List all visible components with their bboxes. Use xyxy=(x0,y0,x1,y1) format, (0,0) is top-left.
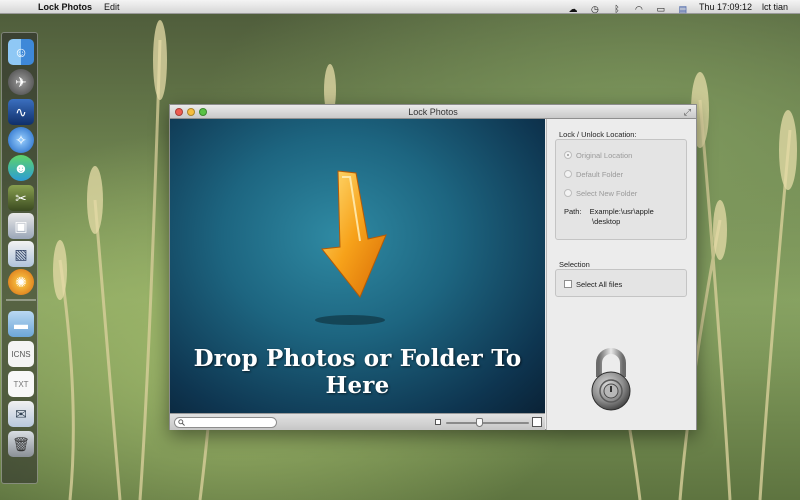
lock-photos-window: Lock Photos ⤢ Drop Photos or Folder To H… xyxy=(169,104,697,430)
activity-monitor-icon[interactable]: ∿ xyxy=(8,99,34,125)
folder-icon[interactable]: ▬ xyxy=(8,311,34,337)
bluetooth-icon[interactable]: ᛒ xyxy=(611,2,623,14)
flag-icon[interactable]: ▤ xyxy=(677,2,689,14)
finder-icon[interactable]: ☺ xyxy=(8,39,34,65)
wifi-icon[interactable]: ◠ xyxy=(633,2,645,14)
radio-default-folder[interactable] xyxy=(564,170,572,178)
search-field[interactable] xyxy=(174,417,277,428)
minimize-button[interactable] xyxy=(187,108,195,116)
zoom-out-icon[interactable] xyxy=(435,419,441,425)
close-button[interactable] xyxy=(175,108,183,116)
photo-lock-icon[interactable]: ▣ xyxy=(8,213,34,239)
arrow-shadow xyxy=(315,315,385,325)
menu-app-name[interactable]: Lock Photos xyxy=(38,0,92,14)
pliers-icon[interactable]: ✂ xyxy=(8,185,34,211)
mail-icon[interactable]: ✉ xyxy=(8,401,34,427)
menu-clock[interactable]: Thu 17:09:12 xyxy=(699,0,752,14)
path-label: Path: xyxy=(564,207,582,216)
radio-select-new-folder[interactable] xyxy=(564,189,572,197)
zoom-in-icon[interactable] xyxy=(532,417,542,427)
menu-bar: Lock Photos Edit ☁ ◷ ᛒ ◠ ▭ ▤ Thu 17:09:1… xyxy=(0,0,800,14)
status-area: ☁ ◷ ᛒ ◠ ▭ ▤ Thu 17:09:12 lct tian xyxy=(557,0,788,15)
menu-edit[interactable]: Edit xyxy=(104,0,120,14)
cloud-icon[interactable]: ☁ xyxy=(567,2,579,14)
zoom-slider[interactable] xyxy=(446,422,529,424)
zoom-slider-knob[interactable] xyxy=(476,418,483,427)
option-label: Select New Folder xyxy=(576,188,638,198)
options-panel: Lock / Unlock Location: Original Locatio… xyxy=(546,119,696,430)
preview-icon[interactable]: ▧ xyxy=(8,241,34,267)
location-heading: Lock / Unlock Location: xyxy=(559,130,637,139)
photo-drop-zone[interactable]: Drop Photos or Folder To Here xyxy=(170,119,545,413)
location-group: Original Location Default Folder Select … xyxy=(555,139,687,240)
bottom-toolbar xyxy=(170,413,545,430)
option-label: Original Location xyxy=(576,150,633,160)
select-all-checkbox[interactable] xyxy=(564,280,572,288)
dock: ☺ ✈ ∿ ✧ ☻ ✂ ▣ ▧ ✺ ▬ ICNS TXT ✉ 🗑 xyxy=(1,32,38,484)
drop-instruction: Drop Photos or Folder To Here xyxy=(193,345,522,399)
path-info: Path: Example:\usr\apple \desktop xyxy=(564,207,654,227)
safari-icon[interactable]: ✧ xyxy=(8,127,34,153)
dock-separator xyxy=(6,299,36,301)
selection-heading: Selection xyxy=(559,260,590,269)
zoom-button[interactable] xyxy=(199,108,207,116)
messenger-icon[interactable]: ☻ xyxy=(8,155,34,181)
option-default-folder[interactable]: Default Folder xyxy=(564,169,623,179)
radio-original-location[interactable] xyxy=(564,151,572,159)
selection-group: Select All files xyxy=(555,269,687,297)
search-icon xyxy=(178,419,185,426)
lock-icon[interactable] xyxy=(589,347,633,413)
window-title: Lock Photos xyxy=(408,107,458,117)
path-value-continued: \desktop xyxy=(592,217,621,226)
launchpad-icon[interactable]: ✈ xyxy=(8,69,34,95)
select-all-row[interactable]: Select All files xyxy=(564,279,622,289)
ball-icon[interactable]: ✺ xyxy=(8,269,34,295)
document-icon[interactable]: ICNS xyxy=(8,341,34,367)
option-label: Default Folder xyxy=(576,169,624,179)
text-file-icon[interactable]: TXT xyxy=(8,371,34,397)
option-select-new-folder[interactable]: Select New Folder xyxy=(564,188,637,198)
battery-icon[interactable]: ▭ xyxy=(655,2,667,14)
menu-user[interactable]: lct tian xyxy=(762,0,788,14)
time-machine-icon[interactable]: ◷ xyxy=(589,2,601,14)
title-bar[interactable]: Lock Photos ⤢ xyxy=(170,105,696,119)
fullscreen-icon[interactable]: ⤢ xyxy=(684,107,691,117)
option-original-location[interactable]: Original Location xyxy=(564,150,632,160)
trash-icon[interactable]: 🗑 xyxy=(8,431,34,457)
path-value: Example:\usr\apple xyxy=(589,207,654,216)
select-all-label: Select All files xyxy=(576,279,623,289)
